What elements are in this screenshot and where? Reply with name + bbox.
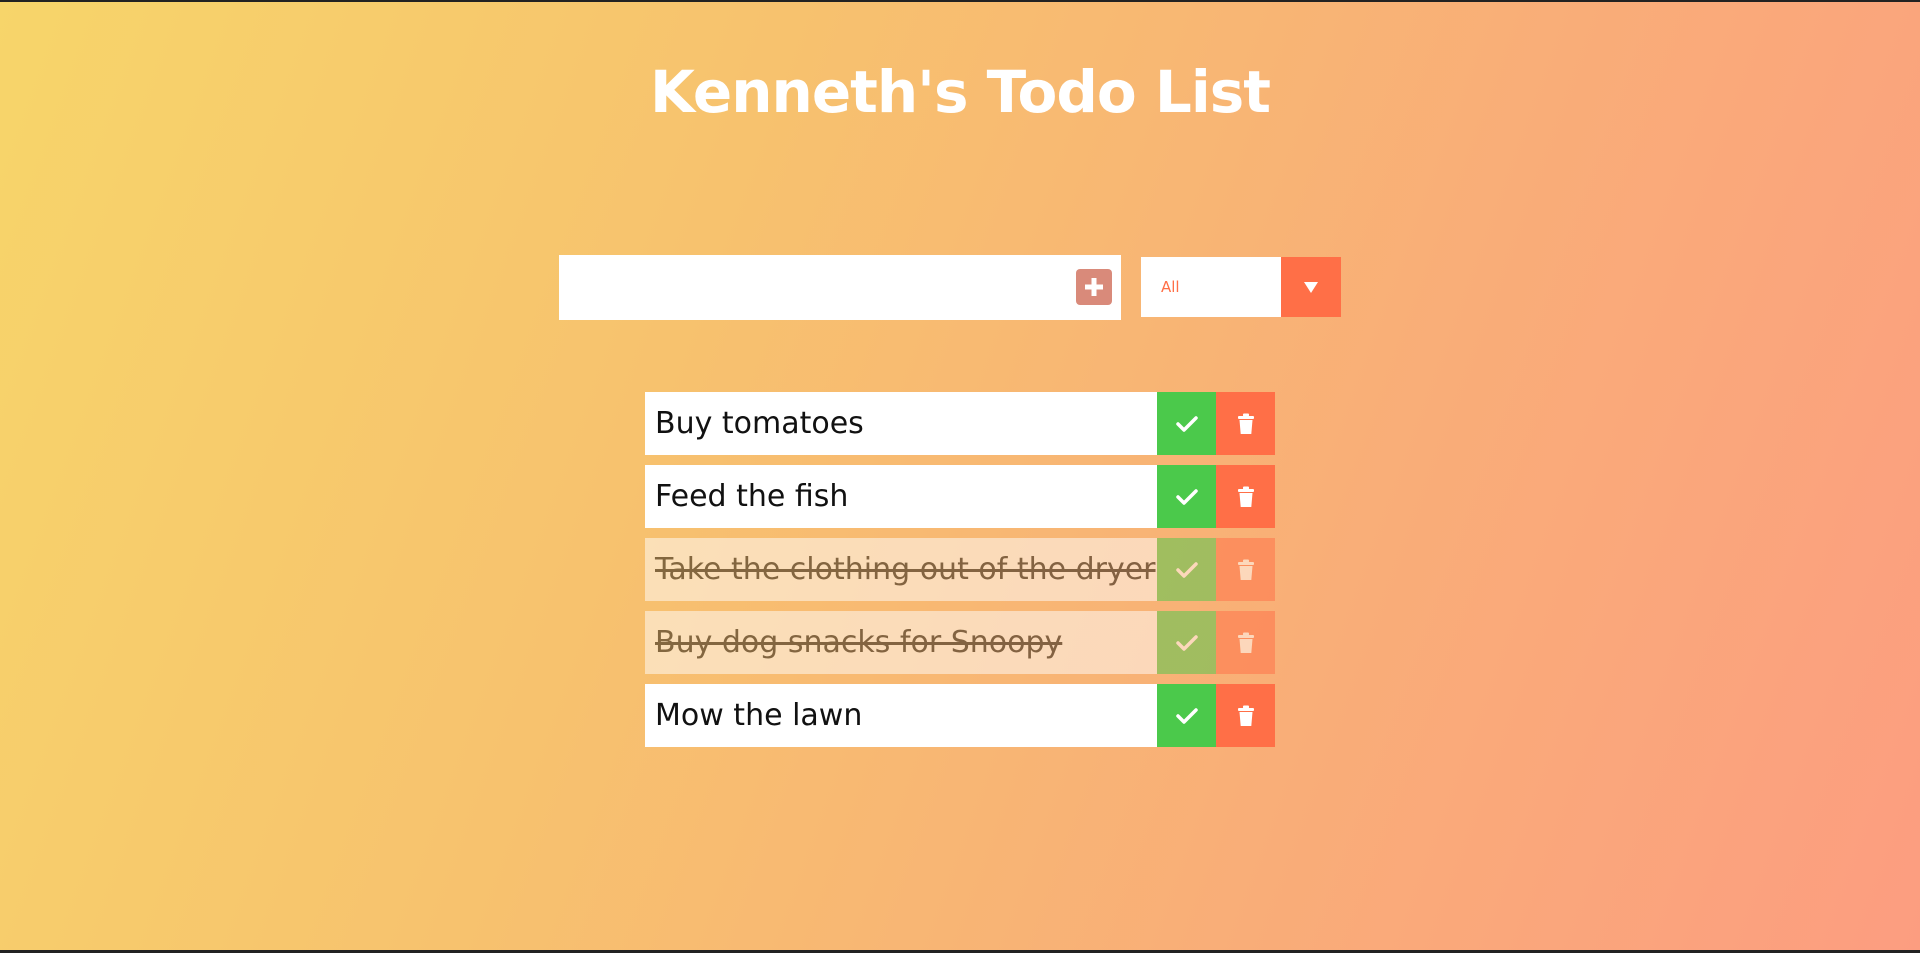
complete-button[interactable] [1157,392,1216,455]
todo-input[interactable] [559,255,1059,320]
add-todo-form [559,255,1121,320]
check-icon [1175,634,1198,652]
delete-button[interactable] [1216,611,1275,674]
page-title: Kenneth's Todo List [649,58,1271,126]
todo-item: Mow the lawn [645,684,1275,747]
check-icon [1175,707,1198,725]
complete-button[interactable] [1157,611,1216,674]
plus-icon [1082,275,1106,299]
top-border [0,0,1920,2]
todo-text: Take the clothing out of the dryer [655,552,1156,587]
todo-item: Buy tomatoes [645,392,1275,455]
check-icon [1175,488,1198,506]
complete-button[interactable] [1157,684,1216,747]
trash-icon [1237,632,1255,654]
trash-icon [1237,705,1255,727]
delete-button[interactable] [1216,538,1275,601]
todo-text: Buy tomatoes [655,406,864,441]
delete-button[interactable] [1216,684,1275,747]
check-icon [1175,561,1198,579]
todo-text: Feed the fish [655,479,849,514]
todo-text: Buy dog snacks for Snoopy [655,625,1063,660]
filter-dropdown-button[interactable] [1281,257,1341,317]
todo-item: Feed the fish [645,465,1275,528]
filter-select[interactable]: All [1141,257,1341,317]
todo-list: Buy tomatoes Feed the fish Take the clothi… [645,392,1275,757]
complete-button[interactable] [1157,465,1216,528]
filter-selected-value: All [1161,278,1180,296]
trash-icon [1237,413,1255,435]
todo-text: Mow the lawn [655,698,863,733]
todo-item: Buy dog snacks for Snoopy [645,611,1275,674]
todo-item: Take the clothing out of the dryer [645,538,1275,601]
triangle-down-icon [1303,280,1319,294]
add-todo-button[interactable] [1076,269,1112,305]
complete-button[interactable] [1157,538,1216,601]
trash-icon [1237,559,1255,581]
trash-icon [1237,486,1255,508]
delete-button[interactable] [1216,392,1275,455]
check-icon [1175,415,1198,433]
delete-button[interactable] [1216,465,1275,528]
